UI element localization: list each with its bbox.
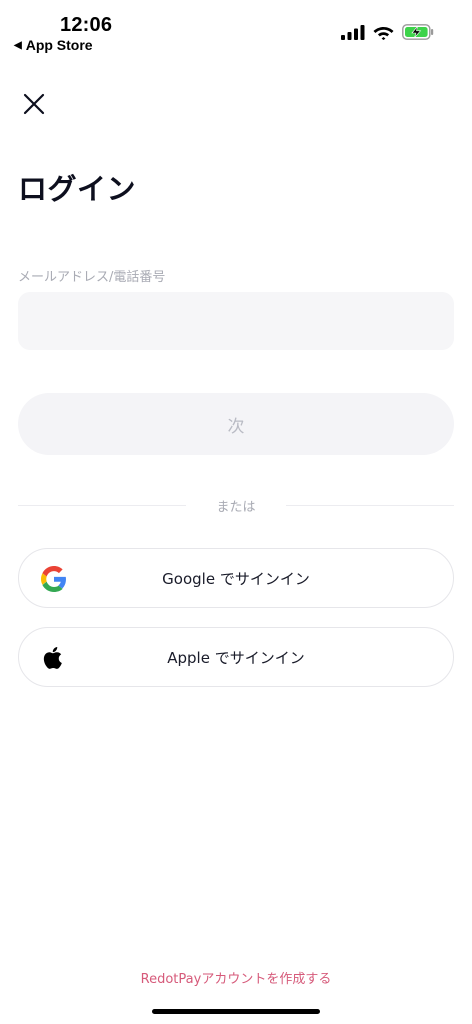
email-phone-label: メールアドレス/電話番号 — [18, 270, 166, 285]
wifi-icon — [373, 27, 394, 40]
home-indicator[interactable] — [152, 1009, 320, 1014]
or-divider: または — [18, 496, 454, 516]
status-icons — [341, 24, 434, 40]
google-logo-icon — [41, 566, 66, 592]
create-account-link[interactable]: RedotPayアカウントを作成する — [0, 968, 472, 987]
battery-charging-icon — [402, 24, 434, 40]
page-title: ログイン — [18, 172, 137, 206]
google-sign-in-button[interactable]: Google でサインイン — [18, 548, 454, 608]
next-button[interactable]: 次 — [18, 393, 454, 455]
apple-sign-in-button[interactable]: Apple でサインイン — [18, 627, 454, 687]
cellular-signal-icon — [341, 24, 365, 40]
status-time: 12:06 — [60, 14, 113, 36]
google-sign-in-label: Google でサインイン — [162, 569, 310, 588]
back-triangle-icon: ◀ — [14, 39, 22, 51]
apple-logo-icon — [43, 646, 62, 669]
back-app-label: App Store — [25, 37, 93, 53]
back-to-app-store[interactable]: ◀ App Store — [14, 37, 93, 53]
email-phone-input[interactable] — [18, 292, 454, 350]
close-icon — [23, 93, 45, 115]
apple-sign-in-label: Apple でサインイン — [167, 648, 305, 667]
close-button[interactable] — [22, 92, 46, 116]
divider-line-right — [286, 505, 454, 506]
